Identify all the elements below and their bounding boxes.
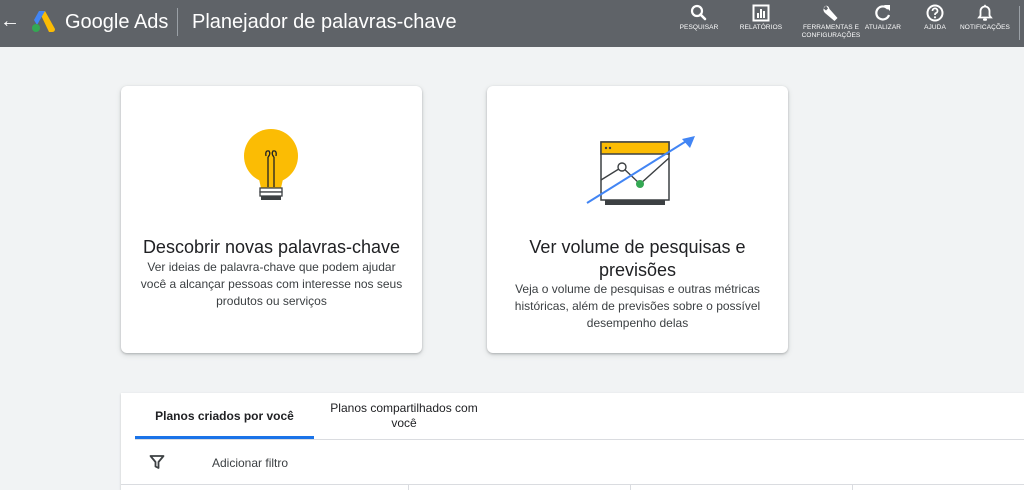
header-edge-divider (1019, 6, 1020, 40)
tab-plans-shared[interactable]: Planos compartilhados com você (321, 393, 487, 439)
search-icon (690, 4, 707, 21)
tools-settings-label-line1: FERRAMENTAS E (802, 24, 860, 31)
add-filter-button[interactable]: Adicionar filtro (212, 456, 288, 471)
bell-icon (977, 4, 993, 21)
top-app-bar: ← Google Ads Planejador de palavras-chav… (0, 0, 1024, 47)
search-button[interactable]: PESQUISAR (676, 4, 722, 32)
notifications-button[interactable]: NOTIFICAÇÕES (958, 4, 1012, 32)
filter-divider (121, 484, 1024, 485)
refresh-icon (875, 5, 891, 21)
column-separator (408, 485, 409, 490)
tabs-divider (135, 439, 1024, 440)
lightbulb-icon (244, 129, 298, 200)
refresh-button[interactable]: ATUALIZAR (862, 4, 904, 32)
help-button[interactable]: AJUDA (918, 4, 952, 32)
help-icon (926, 4, 944, 22)
page-title: Planejador de palavras-chave (192, 11, 457, 33)
discover-keywords-card[interactable]: Descobrir novas palavras-chave Ver ideia… (121, 86, 422, 353)
refresh-label: ATUALIZAR (864, 24, 902, 31)
arrow-back-icon[interactable]: ← (0, 9, 20, 33)
help-label: AJUDA (924, 24, 946, 31)
tools-settings-button[interactable]: FERRAMENTAS E CONFIGURAÇÕES (800, 4, 862, 40)
discover-keywords-title: Descobrir novas palavras-chave (142, 237, 401, 257)
plans-panel: Planos criados por você Planos compartil… (121, 393, 1024, 490)
brand-name[interactable]: Google Ads (65, 10, 168, 34)
wrench-icon (823, 5, 838, 21)
search-volume-card[interactable]: Ver volume de pesquisas e previsões Veja… (487, 86, 788, 353)
reports-button[interactable]: RELATÓRIOS (736, 4, 786, 32)
google-ads-logo[interactable] (30, 9, 56, 33)
notifications-label: NOTIFICAÇÕES (960, 24, 1010, 31)
header-divider (177, 8, 178, 36)
filter-icon[interactable] (149, 454, 165, 470)
search-volume-title: Ver volume de pesquisas e previsões (529, 237, 746, 280)
reports-label: RELATÓRIOS (739, 24, 783, 31)
tools-settings-label-line2: CONFIGURAÇÕES (801, 32, 861, 39)
discover-keywords-description: Ver ideias de palavra-chave que podem aj… (140, 260, 403, 308)
search-label: PESQUISAR (679, 24, 719, 31)
trend-chart-icon (586, 136, 695, 205)
column-separator (852, 485, 853, 490)
reports-icon (752, 4, 770, 22)
tab-plans-created[interactable]: Planos criados por você (135, 393, 314, 439)
column-separator (630, 485, 631, 490)
search-volume-description: Veja o volume de pesquisas e outras métr… (514, 282, 761, 330)
tools-settings-label: FERRAMENTAS E CONFIGURAÇÕES (800, 24, 862, 40)
